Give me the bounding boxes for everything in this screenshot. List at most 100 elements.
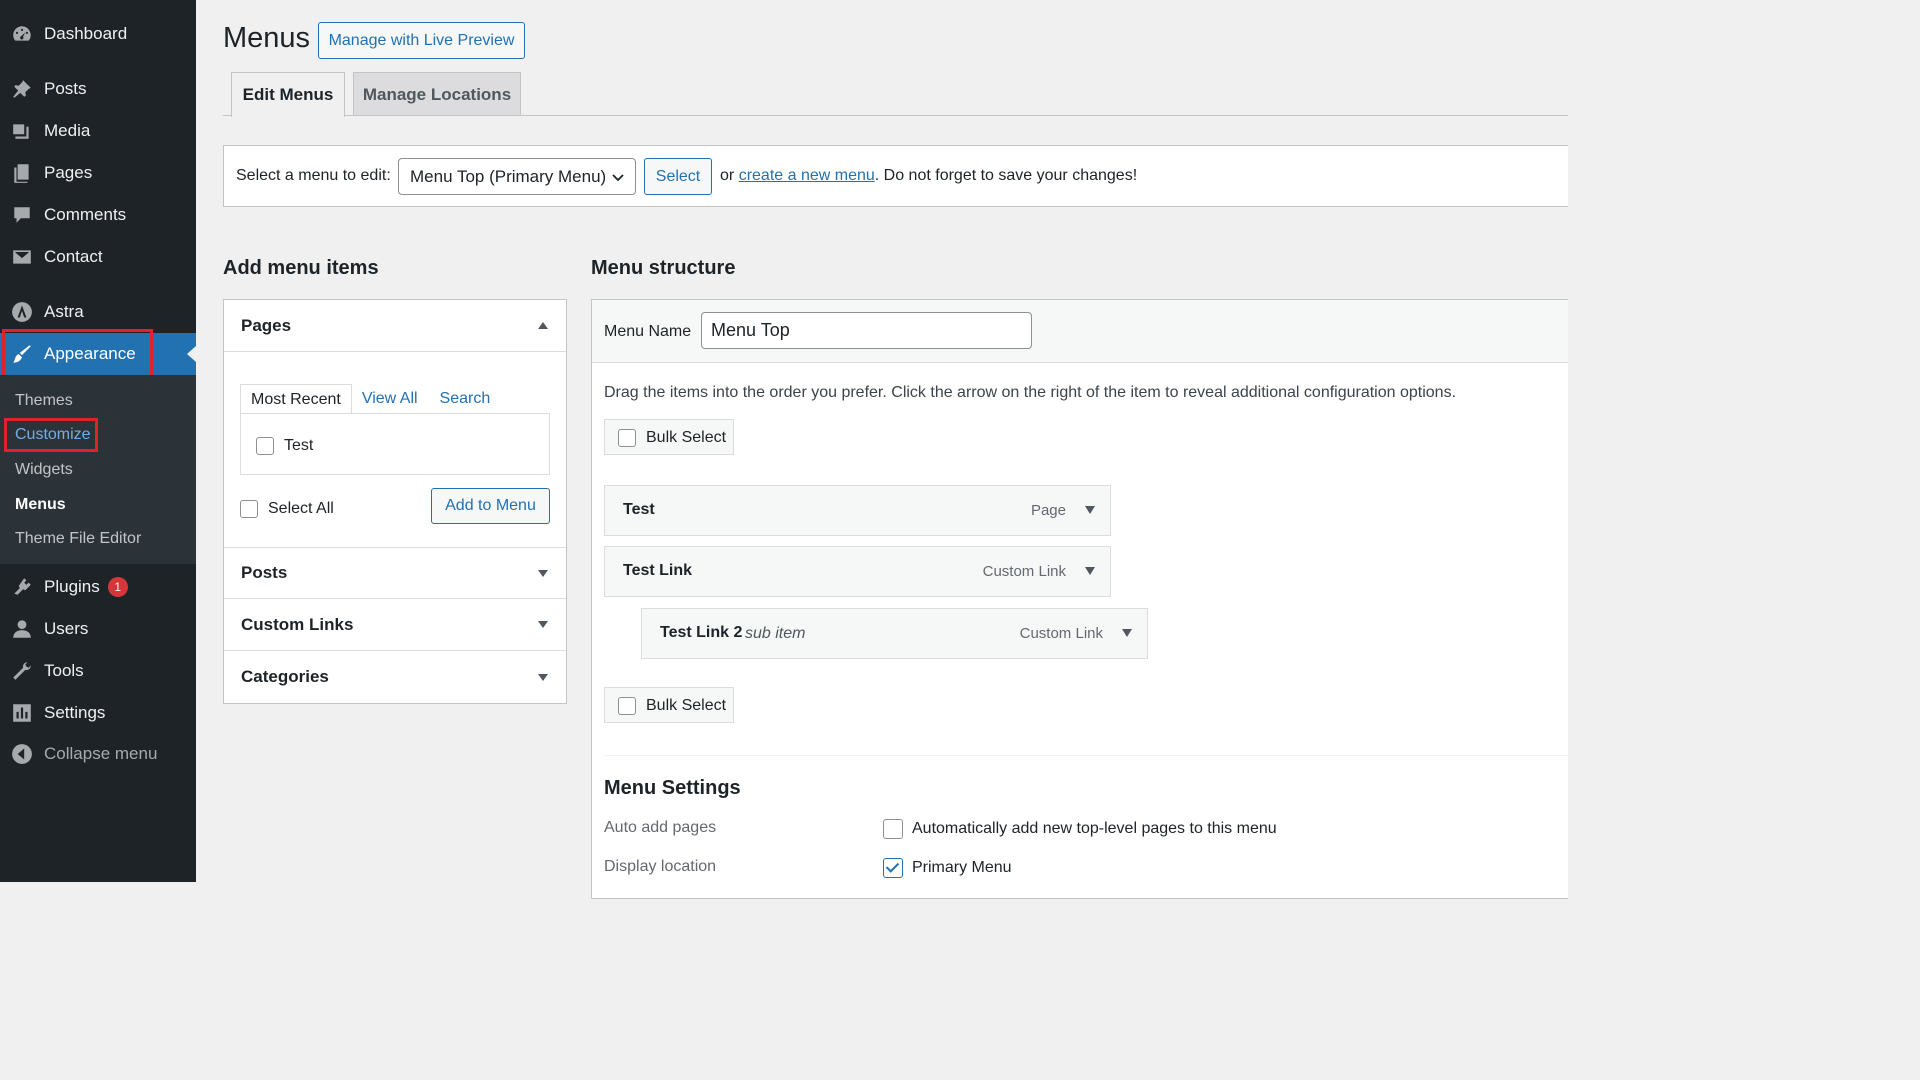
- live-preview-button[interactable]: Manage with Live Preview: [318, 22, 525, 59]
- chevron-down-icon: [538, 569, 548, 577]
- sidebar-item-media[interactable]: Media: [0, 111, 196, 151]
- sidebar-item-appearance[interactable]: Appearance: [0, 333, 196, 375]
- add-to-menu-button[interactable]: Add to Menu: [431, 488, 550, 524]
- auto-add-checkbox[interactable]: [883, 819, 903, 839]
- bulk-select-label: Bulk Select: [646, 697, 727, 714]
- sidebar-item-label: Tools: [44, 661, 84, 680]
- select-menu-label: Select a menu to edit:: [236, 167, 391, 184]
- sidebar-item-contact[interactable]: Contact: [0, 237, 196, 277]
- collapse-menu-button[interactable]: Collapse menu: [0, 734, 196, 774]
- mail-icon: [11, 246, 33, 268]
- menu-name-input[interactable]: [701, 312, 1032, 349]
- menu-structure-heading: Menu structure: [591, 257, 736, 279]
- accordion-title: Pages: [241, 315, 292, 335]
- sidebar-item-label: Collapse menu: [44, 744, 158, 763]
- submenu-item-themes[interactable]: Themes: [15, 392, 73, 410]
- save-reminder: . Do not forget to save your changes!: [874, 167, 1138, 184]
- menu-name-row: Menu Name: [592, 300, 1568, 363]
- menu-item-type: Custom Link: [982, 563, 1066, 580]
- chevron-down-icon: [611, 169, 625, 189]
- settings-divider: [604, 755, 1568, 756]
- page-test-checkbox[interactable]: [256, 437, 274, 455]
- sidebar-item-comments[interactable]: Comments: [0, 195, 196, 235]
- sidebar-item-label: Astra: [44, 302, 84, 321]
- bulk-select-bottom[interactable]: Bulk Select: [604, 687, 734, 723]
- submenu-item-theme-file-editor[interactable]: Theme File Editor: [15, 530, 141, 548]
- accordion-pages[interactable]: Pages: [224, 300, 566, 352]
- accordion-categories[interactable]: Categories: [224, 651, 566, 703]
- astra-icon: [11, 301, 33, 323]
- settings-icon: [11, 702, 33, 724]
- subtab-search[interactable]: Search: [428, 384, 503, 414]
- sidebar-item-dashboard[interactable]: Dashboard: [0, 14, 196, 54]
- chevron-down-icon: [538, 673, 548, 681]
- sidebar-item-plugins[interactable]: Plugins 1: [0, 567, 196, 607]
- menu-item-type: Custom Link: [1019, 625, 1103, 642]
- menu-item-title: Test Link: [623, 562, 693, 579]
- submenu-item-menus[interactable]: Menus: [15, 496, 66, 514]
- subtab-view-all[interactable]: View All: [352, 384, 428, 414]
- users-icon: [11, 618, 33, 640]
- subtab-most-recent[interactable]: Most Recent: [240, 384, 352, 414]
- chevron-down-icon: [538, 621, 548, 628]
- tab-divider: [223, 115, 1568, 116]
- select-all-checkbox[interactable]: [240, 500, 258, 518]
- primary-menu-checkbox[interactable]: [883, 858, 903, 878]
- sidebar-item-pages[interactable]: Pages: [0, 153, 196, 193]
- display-location-label: Display location: [604, 858, 717, 875]
- sidebar-item-label: Contact: [44, 247, 103, 266]
- plugins-label: Plugins: [44, 576, 100, 596]
- sidebar-item-label: Appearance: [44, 344, 136, 363]
- sidebar-item-tools[interactable]: Tools: [0, 651, 196, 691]
- select-menu-button[interactable]: Select: [644, 158, 712, 195]
- expand-arrow-icon[interactable]: [1122, 629, 1132, 637]
- auto-add-option: Automatically add new top-level pages to…: [912, 820, 1277, 837]
- menu-structure-panel: Menu Name Drag the items into the order …: [591, 299, 1568, 899]
- select-all-label: Select All: [268, 500, 334, 517]
- sidebar-item-label: Users: [44, 619, 89, 638]
- sidebar-item-label: Dashboard: [44, 24, 128, 43]
- primary-menu-option: Primary Menu: [912, 859, 1012, 876]
- sidebar-item-settings[interactable]: Settings: [0, 693, 196, 733]
- accordion-custom-links[interactable]: Custom Links: [224, 599, 566, 651]
- menu-item-type: Page: [1030, 502, 1066, 519]
- sidebar-item-label: Pages: [44, 163, 93, 182]
- accordion-title: Custom Links: [241, 614, 354, 634]
- bulk-select-top[interactable]: Bulk Select: [604, 419, 734, 455]
- bulk-select-checkbox[interactable]: [618, 697, 636, 715]
- accordion-posts[interactable]: Posts: [224, 547, 566, 599]
- brush-icon: [11, 343, 33, 365]
- sidebar-item-label: Comments: [44, 205, 127, 224]
- bulk-select-checkbox[interactable]: [618, 429, 636, 447]
- sidebar-item-astra[interactable]: Astra: [0, 292, 196, 332]
- submenu-item-widgets[interactable]: Widgets: [15, 461, 73, 479]
- pages-list-box: Test: [240, 413, 550, 475]
- sidebar-item-label: Media: [44, 121, 91, 140]
- comment-icon: [11, 204, 33, 226]
- menu-item-test-link[interactable]: Test Link Custom Link: [604, 546, 1111, 597]
- menu-item-title: Test: [623, 501, 655, 518]
- menu-item-test-link-2[interactable]: Test Link 2 sub item Custom Link: [641, 608, 1148, 659]
- auto-add-label: Auto add pages: [604, 819, 717, 836]
- sidebar-item-label: Posts: [44, 79, 87, 98]
- expand-arrow-icon[interactable]: [1085, 506, 1095, 514]
- create-new-menu-link[interactable]: create a new menu: [739, 167, 875, 184]
- bulk-select-label: Bulk Select: [646, 429, 727, 446]
- or-text: or: [720, 167, 735, 184]
- expand-arrow-icon[interactable]: [1085, 567, 1095, 575]
- accordion-title: Categories: [241, 667, 329, 686]
- selected-menu: Menu Top (Primary Menu): [410, 166, 607, 186]
- appearance-submenu: Themes Customize Widgets Menus Theme Fil…: [0, 375, 196, 564]
- pages-icon: [11, 162, 33, 184]
- tab-edit-menus[interactable]: Edit Menus: [231, 72, 345, 117]
- menu-item-test[interactable]: Test Page: [604, 485, 1111, 536]
- admin-sidebar: Dashboard Posts Media Pages Comments Con…: [0, 0, 196, 882]
- wrench-icon: [11, 660, 33, 682]
- sidebar-item-posts[interactable]: Posts: [0, 69, 196, 109]
- submenu-item-customize[interactable]: Customize: [15, 426, 91, 444]
- sidebar-item-users[interactable]: Users: [0, 609, 196, 649]
- tab-manage-locations[interactable]: Manage Locations: [353, 72, 521, 116]
- menu-select-dropdown[interactable]: Menu Top (Primary Menu): [398, 158, 636, 195]
- main-content: Menus Manage with Live Preview Edit Menu…: [196, 0, 1568, 899]
- update-count-badge: 1: [107, 577, 128, 598]
